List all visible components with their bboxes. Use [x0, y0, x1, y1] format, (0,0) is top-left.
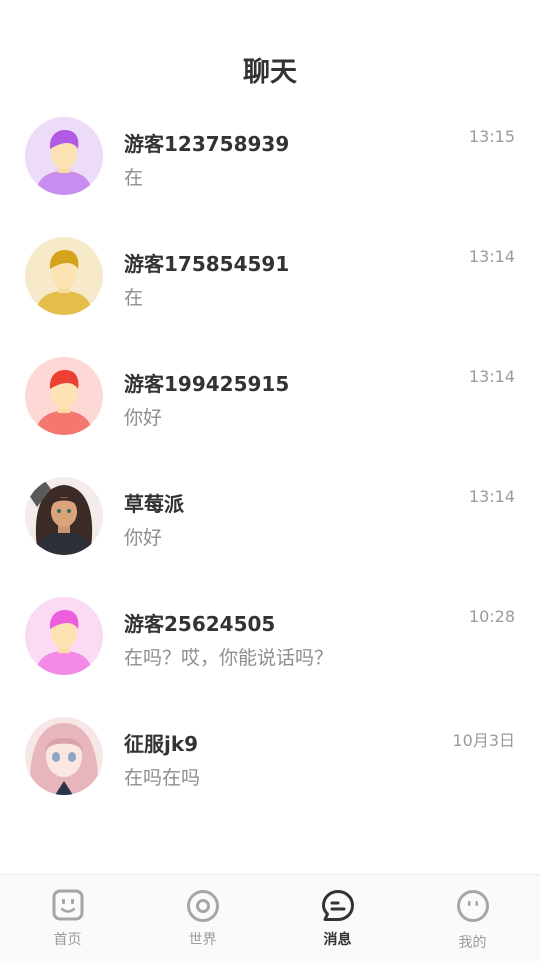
chat-time: 10:28	[468, 607, 515, 626]
chat-time: 13:14	[468, 247, 515, 266]
tab-profile[interactable]: 我的	[405, 875, 540, 961]
world-icon	[186, 889, 220, 927]
chat-name: 游客123758939	[124, 132, 290, 156]
chat-last-message: 你好	[124, 407, 163, 429]
tab-messages[interactable]: 消息	[270, 875, 405, 961]
avatar[interactable]	[25, 117, 103, 195]
message-icon	[321, 889, 355, 927]
chat-time: 13:14	[468, 367, 515, 386]
avatar[interactable]	[25, 717, 103, 795]
tab-label: 首页	[53, 932, 82, 948]
page-title: 聊天	[243, 57, 297, 88]
chat-time: 13:15	[468, 127, 515, 146]
avatar[interactable]	[25, 237, 103, 315]
tab-label: 世界	[188, 932, 217, 948]
tab-world[interactable]: 世界	[135, 875, 270, 961]
avatar[interactable]	[25, 357, 103, 435]
tab-home[interactable]: 首页	[0, 875, 135, 961]
chat-name: 草莓派	[124, 492, 184, 516]
home-icon	[52, 889, 84, 925]
chat-name: 游客175854591	[124, 252, 290, 276]
profile-icon	[456, 889, 490, 927]
chat-item[interactable]: 游客199425915 你好 13:14	[0, 337, 540, 457]
avatar[interactable]	[25, 597, 103, 675]
chat-last-message: 在吗在吗	[124, 767, 201, 789]
chat-item[interactable]: 游客175854591 在 13:14	[0, 217, 540, 337]
chat-last-message: 在	[124, 287, 144, 309]
chat-name: 游客25624505	[124, 612, 276, 636]
chat-name: 征服jk9	[124, 732, 199, 756]
chat-item[interactable]: 游客123758939 在 13:15	[0, 97, 540, 217]
avatar[interactable]	[25, 477, 103, 555]
chat-last-message: 在吗？哎，你能说话吗？	[124, 647, 334, 669]
chat-last-message: 你好	[124, 527, 163, 549]
chat-time: 13:14	[468, 487, 515, 506]
chat-name: 游客199425915	[124, 372, 290, 396]
chat-item[interactable]: 征服jk9 在吗在吗 10月3日	[0, 697, 540, 817]
tab-label: 我的	[458, 935, 487, 951]
chat-item[interactable]: 草莓派 你好 13:14	[0, 457, 540, 577]
chat-list: 游客123758939 在 13:15 游客175854591 在 13:14	[0, 97, 540, 817]
bottom-tab-bar: 首页 世界 消息 我的	[0, 874, 540, 961]
tab-label: 消息	[323, 932, 352, 948]
chat-last-message: 在	[124, 167, 144, 189]
chat-time: 10月3日	[452, 731, 515, 750]
chat-item[interactable]: 游客25624505 在吗？哎，你能说话吗？ 10:28	[0, 577, 540, 697]
